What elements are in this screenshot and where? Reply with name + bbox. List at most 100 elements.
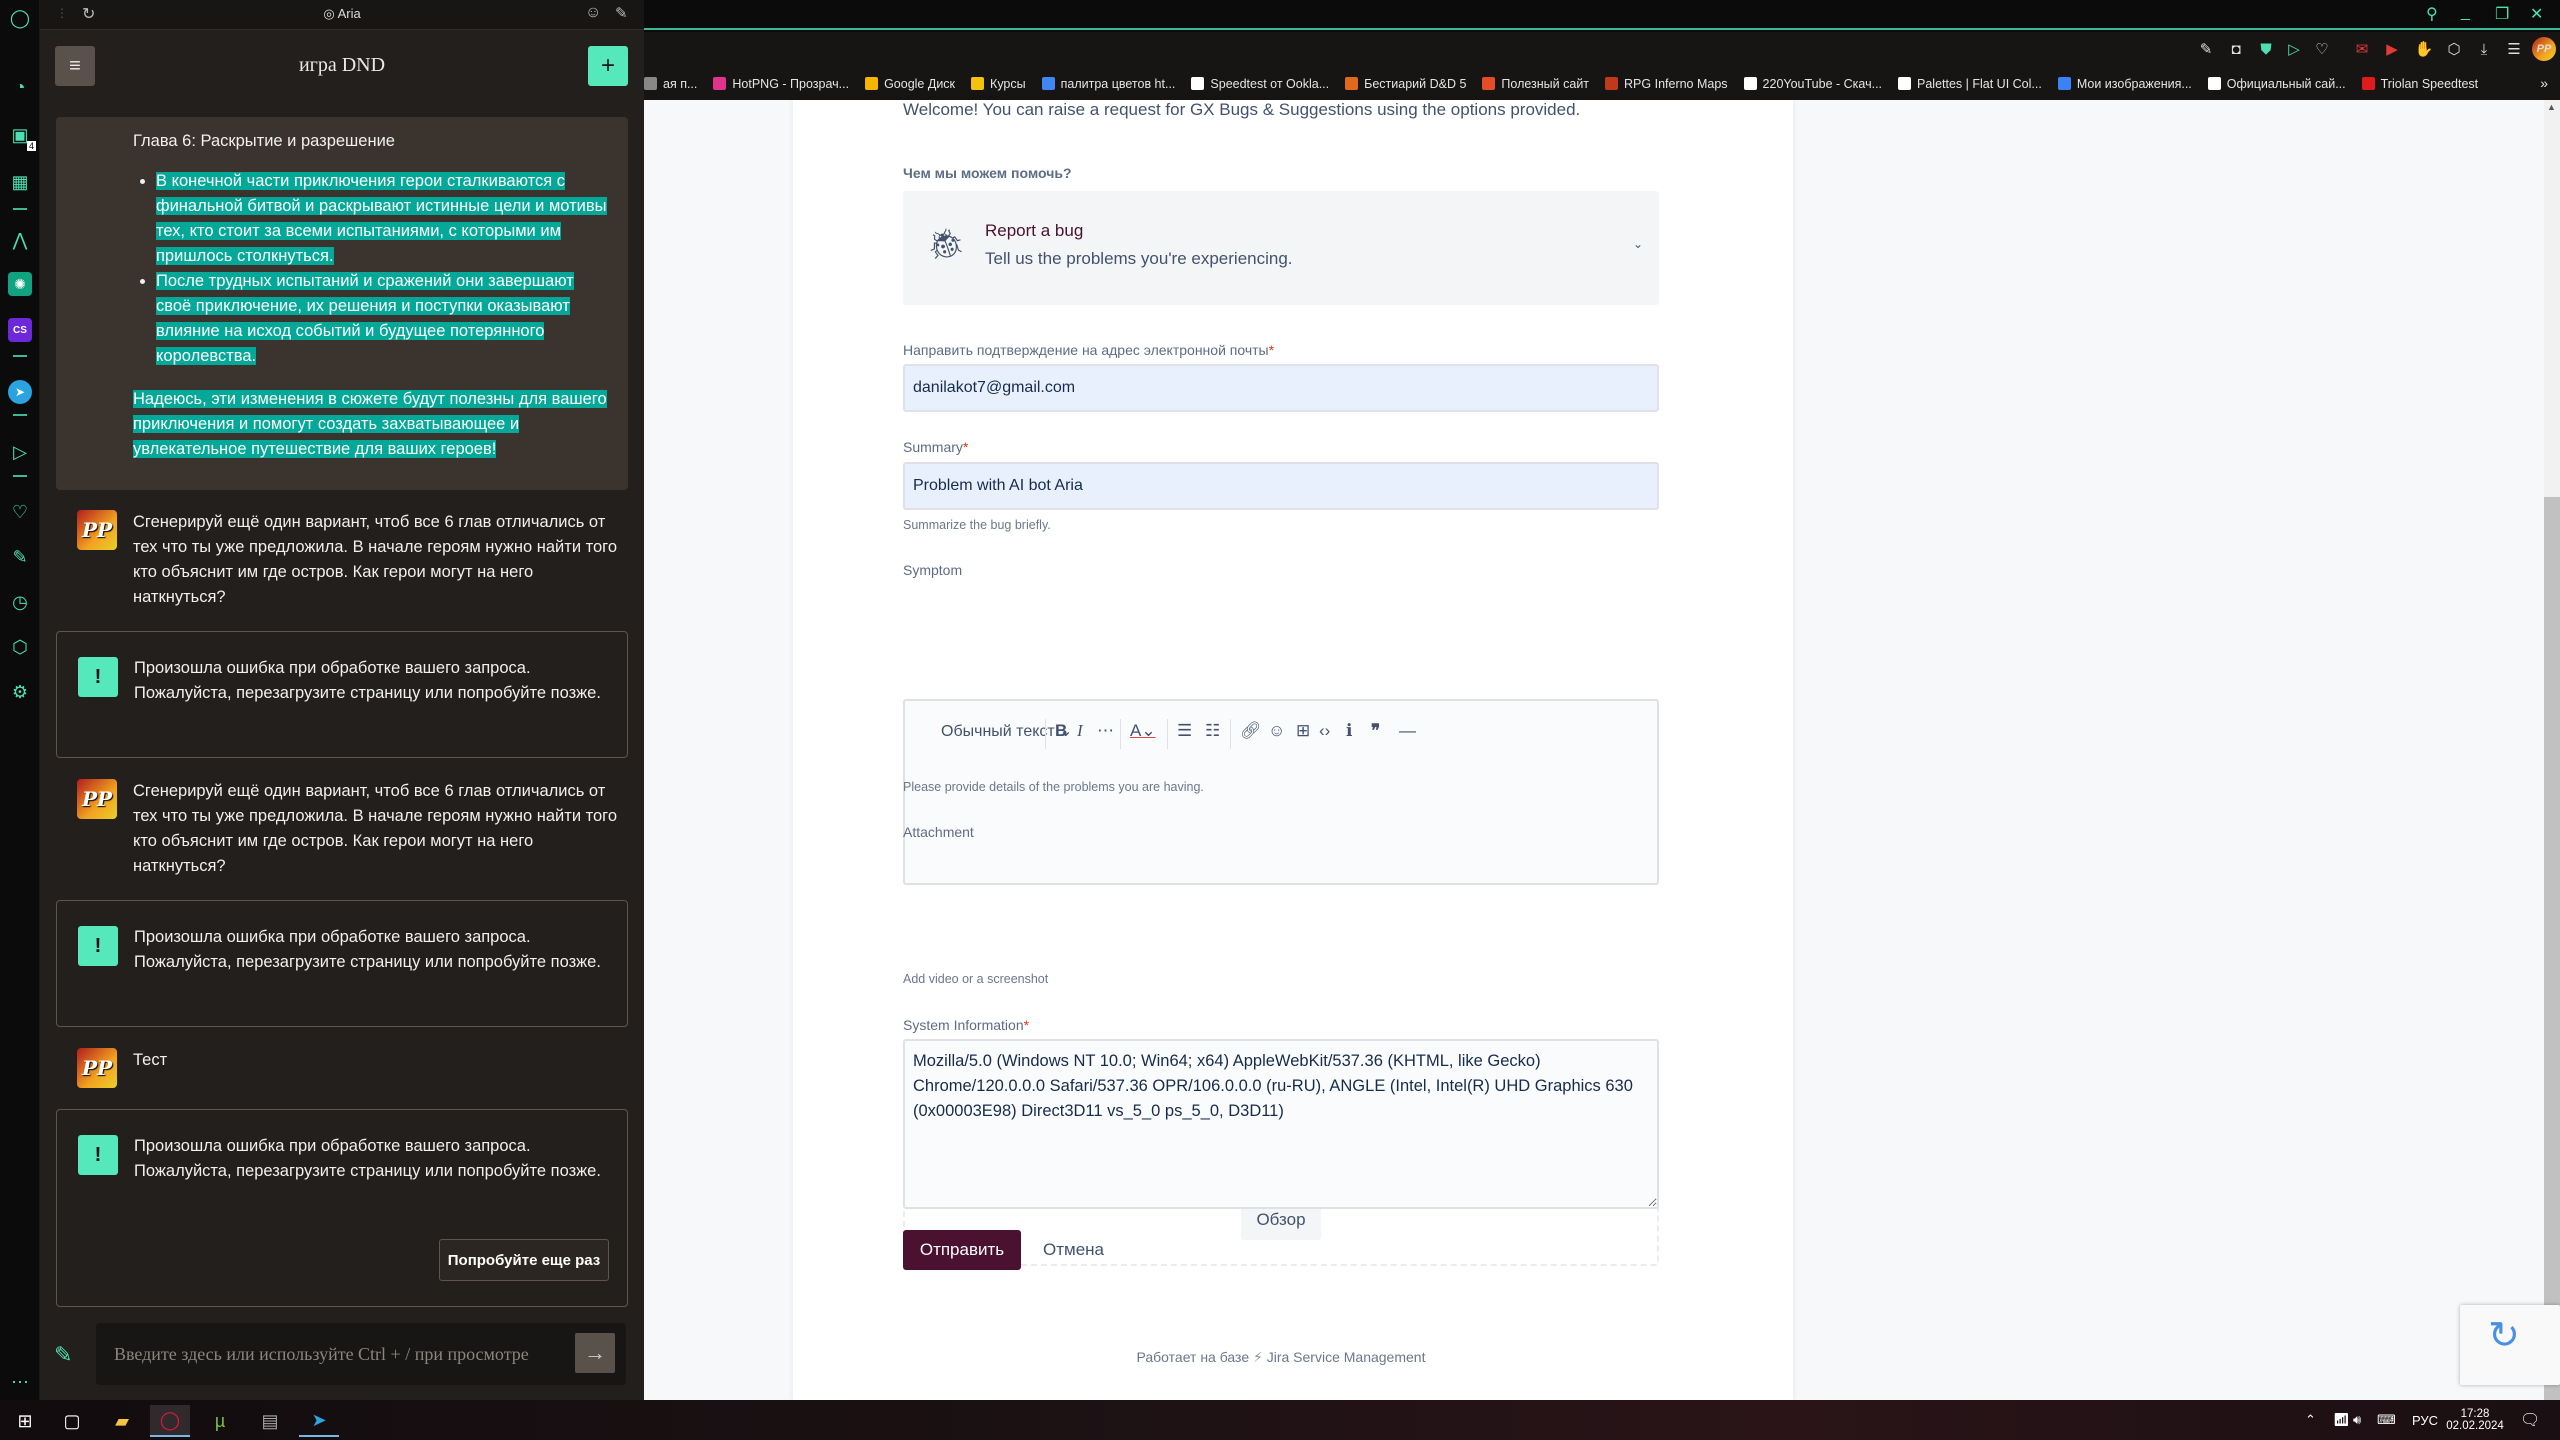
table-icon[interactable]: ⊞ <box>1296 721 1310 741</box>
speed-dial-icon[interactable]: ◔ <box>8 75 32 99</box>
bookmark-item[interactable]: Официальный сай... <box>2207 77 2346 91</box>
utorrent-icon[interactable]: µ <box>200 1405 240 1437</box>
bookmark-item[interactable]: Курсы <box>971 77 1026 91</box>
ai-message-heading: Глава 6: Раскрытие и разрешение <box>133 132 395 150</box>
bookmark-item[interactable]: Google Диск <box>865 77 955 91</box>
emoji-icon[interactable]: ☺ <box>1268 721 1285 741</box>
quote-icon[interactable]: ❞ <box>1371 721 1380 741</box>
emoji-icon[interactable]: ☺ <box>585 4 601 22</box>
user-message: PP Сгенерируй ещё один вариант, чтоб все… <box>56 779 628 879</box>
send-flow-icon[interactable]: ▷ <box>8 440 32 464</box>
history-icon[interactable]: ◷ <box>8 590 32 614</box>
volume-icon[interactable]: 🔊︎ <box>2353 1400 2361 1440</box>
page-scrollbar[interactable]: ▲ <box>2544 100 2560 1400</box>
extensions-cube-icon[interactable]: ⬡ <box>2444 39 2464 59</box>
divider-rule-icon[interactable]: — <box>1399 721 1416 741</box>
scroll-up-icon[interactable]: ▲ <box>2547 102 2556 112</box>
resource-monitor-icon[interactable]: ▤ <box>250 1405 290 1437</box>
new-chat-button[interactable]: + <box>588 46 628 86</box>
bookmark-item[interactable]: 220YouTube - Скач... <box>1743 77 1882 91</box>
chatgpt-icon[interactable]: ✺ <box>8 272 32 296</box>
aria-icon[interactable]: ⋀ <box>8 228 32 252</box>
bullet-list-icon[interactable]: ☰ <box>1177 721 1192 741</box>
task-view-icon[interactable]: ▢ <box>52 1405 92 1437</box>
info-panel-icon[interactable]: ℹ <box>1346 721 1352 741</box>
telegram-taskbar-icon[interactable]: ➤ <box>299 1405 339 1437</box>
retry-button[interactable]: Попробуйте еще раз <box>439 1239 609 1281</box>
recaptcha-badge[interactable]: ↻ <box>2460 1305 2560 1385</box>
snapshot-camera-icon[interactable]: ◘ <box>2226 39 2246 59</box>
bookmark-item[interactable]: Palettes | Flat UI Col... <box>1898 77 2042 91</box>
flow-send-icon[interactable]: ▷ <box>2284 39 2304 59</box>
youtube-icon[interactable]: ▶ <box>2382 39 2402 59</box>
file-explorer-icon[interactable]: ▰ <box>102 1405 142 1437</box>
hardware-monitor-icon[interactable]: ▦ <box>8 170 32 194</box>
vpn-shield-icon[interactable]: ⛊ <box>2256 39 2276 59</box>
bookmark-item[interactable]: Бестиарий D&D 5 <box>1345 77 1466 91</box>
sysinfo-field[interactable] <box>903 1039 1659 1209</box>
profile-avatar[interactable]: PP <box>2532 37 2556 61</box>
close-icon[interactable]: ✕ <box>2530 4 2543 24</box>
error-exclamation-icon: ! <box>78 1135 118 1175</box>
easy-setup-icon[interactable]: ☰ <box>2504 39 2524 59</box>
jira-link[interactable]: Jira Service Management <box>1267 1349 1426 1365</box>
bold-icon[interactable]: B <box>1055 721 1067 741</box>
send-button[interactable]: → <box>575 1333 615 1373</box>
gmail-icon[interactable]: ✉ <box>2352 39 2372 59</box>
scrollbar-thumb[interactable] <box>2544 497 2560 1400</box>
text-style-dropdown[interactable]: Обычный текст ⌄ <box>941 721 1073 741</box>
code-icon[interactable]: ‹› <box>1319 721 1330 741</box>
bookmark-item[interactable]: Полезный сайт <box>1482 77 1589 91</box>
tray-overflow-icon[interactable]: ⌃ <box>2305 1400 2316 1440</box>
settings-gear-icon[interactable]: ⚙ <box>8 680 32 704</box>
bookmark-item[interactable]: Speedtest от Ookla... <box>1191 77 1329 91</box>
link-icon[interactable]: 🔗︎ <box>1240 721 1262 741</box>
summary-field[interactable] <box>903 462 1659 510</box>
pin-extension-icon[interactable]: ✎ <box>2196 39 2216 59</box>
notifications-icon[interactable]: 🗨︎ <box>2520 1400 2540 1440</box>
email-field[interactable] <box>903 364 1659 412</box>
bookmark-item[interactable]: RPG Inferno Maps <box>1605 77 1728 91</box>
download-icon[interactable]: ⤓ <box>2474 39 2494 59</box>
opera-gx-taskbar-icon[interactable]: ◯ <box>150 1405 190 1437</box>
bookmark-item[interactable]: Triolan Speedtest <box>2361 77 2478 91</box>
search-icon[interactable]: ⚲ <box>2426 4 2438 24</box>
bookmarks-bar: ая п... HotPNG - Прозрач... Google Диск Кур… <box>644 67 2560 100</box>
pin-icon[interactable]: ✎ <box>615 4 628 22</box>
network-icon[interactable]: 📶︎ <box>2333 1400 2350 1440</box>
bookmark-item[interactable]: HotPNG - Прозрач... <box>713 77 849 91</box>
opera-logo-icon[interactable]: ◯ <box>8 6 32 30</box>
chat-input[interactable] <box>96 1323 626 1385</box>
more-dots-icon[interactable]: ⋯ <box>8 1370 32 1394</box>
bookmark-item[interactable]: палитра цветов ht... <box>1041 77 1175 91</box>
bookmark-favicon-icon <box>2057 77 2071 90</box>
telegram-icon[interactable]: ➤ <box>8 380 32 404</box>
submit-button[interactable]: Отправить <box>903 1230 1021 1270</box>
clock[interactable]: 17:28 02.02.2024 <box>2445 1400 2505 1440</box>
magic-wand-icon[interactable]: ✎ <box>54 1342 72 1368</box>
request-type-select[interactable]: 🐞︎ Report a bug Tell us the problems you… <box>903 191 1659 305</box>
bookmarks-overflow-icon[interactable]: » <box>2540 75 2548 91</box>
heart-icon[interactable]: ♡ <box>2312 39 2332 59</box>
bookmark-item[interactable]: ая п... <box>644 77 697 91</box>
more-formatting-icon[interactable]: ⋯ <box>1097 721 1114 741</box>
numbered-list-icon[interactable]: ☷ <box>1205 721 1220 741</box>
twitch-icon[interactable]: ▣ 4 <box>8 123 36 151</box>
minimize-icon[interactable]: _ <box>2461 4 2470 22</box>
cancel-button[interactable]: Отмена <box>1043 1240 1104 1260</box>
windows-start-icon[interactable]: ⊞ <box>5 1405 45 1437</box>
text-color-icon[interactable]: A⌄ <box>1130 721 1156 741</box>
ai-message-closing: Надеюсь, эти изменения в сюжете будут по… <box>133 390 607 458</box>
italic-icon[interactable]: I <box>1077 721 1083 741</box>
chatsonic-icon[interactable]: CS <box>8 318 32 342</box>
heart-icon[interactable]: ♡ <box>8 500 32 524</box>
error-message: ! Произошла ошибка при обработке вашего … <box>56 1109 628 1307</box>
adblock-icon[interactable]: ✋ <box>2414 39 2434 59</box>
plus-icon: + <box>600 52 615 79</box>
language-indicator[interactable]: РУС <box>2412 1400 2438 1440</box>
pinboard-icon[interactable]: ✎ <box>8 545 32 569</box>
restore-icon[interactable]: ❐ <box>2495 4 2509 24</box>
bookmark-item[interactable]: Мои изображения... <box>2057 77 2192 91</box>
extensions-cube-icon[interactable]: ⬡ <box>8 635 32 659</box>
keyboard-icon[interactable]: ⌨ <box>2377 1400 2396 1440</box>
